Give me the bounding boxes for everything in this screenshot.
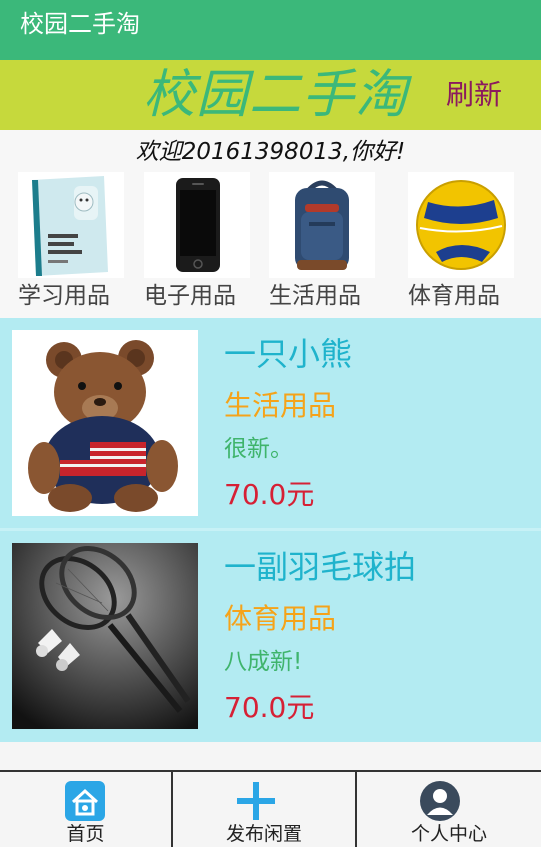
home-icon <box>64 780 106 822</box>
nav-profile[interactable]: 个人中心 <box>357 772 541 847</box>
nav-publish[interactable]: 发布闲置 <box>173 772 355 847</box>
nav-label: 首页 <box>66 823 105 845</box>
book-icon <box>18 172 124 278</box>
volleyball-icon <box>408 172 514 278</box>
item-name: 一副羽毛球拍 <box>224 548 417 586</box>
user-icon <box>419 780 461 822</box>
nav-label: 发布闲置 <box>225 823 302 845</box>
nav-label: 个人中心 <box>410 823 487 845</box>
banner-title: 校园二手淘 <box>143 65 409 125</box>
backpack-icon <box>269 172 375 278</box>
item-price: 70.0元 <box>224 691 315 724</box>
item-category: 生活用品 <box>224 389 337 422</box>
item-name: 一只小熊 <box>224 335 353 373</box>
item-description: 很新。 <box>224 436 293 462</box>
category-section: 欢迎20161398013,你好! 学习用品 电子用品 生活用品 体育用品 <box>0 130 541 318</box>
badminton-racket-image <box>12 543 198 729</box>
nav-home[interactable]: 首页 <box>0 772 171 847</box>
category-label: 体育用品 <box>408 283 500 309</box>
teddy-bear-image <box>12 330 198 516</box>
list-item[interactable]: 一只小熊 生活用品 很新。 70.0元 <box>0 318 541 528</box>
welcome-text: 欢迎20161398013,你好! <box>135 139 406 165</box>
item-description: 八成新! <box>224 649 303 675</box>
app-title: 校园二手淘 <box>20 10 140 38</box>
item-list: 一只小熊 生活用品 很新。 70.0元 一副羽毛球拍 体育用品 八成新! 70.… <box>0 318 541 742</box>
category-label: 电子用品 <box>144 283 236 309</box>
plus-icon <box>235 780 277 822</box>
bottom-nav: 首页 发布闲置 个人中心 <box>0 770 541 847</box>
item-price: 70.0元 <box>224 478 315 511</box>
list-item[interactable]: 一副羽毛球拍 体育用品 八成新! 70.0元 <box>0 528 541 738</box>
phone-icon <box>144 172 250 278</box>
refresh-button[interactable]: 刷新 <box>446 77 502 113</box>
category-label: 生活用品 <box>269 283 361 309</box>
app-bar: 校园二手淘 <box>0 0 541 60</box>
banner: 校园二手淘 刷新 <box>0 60 541 130</box>
category-label: 学习用品 <box>18 283 110 309</box>
item-category: 体育用品 <box>224 602 337 635</box>
